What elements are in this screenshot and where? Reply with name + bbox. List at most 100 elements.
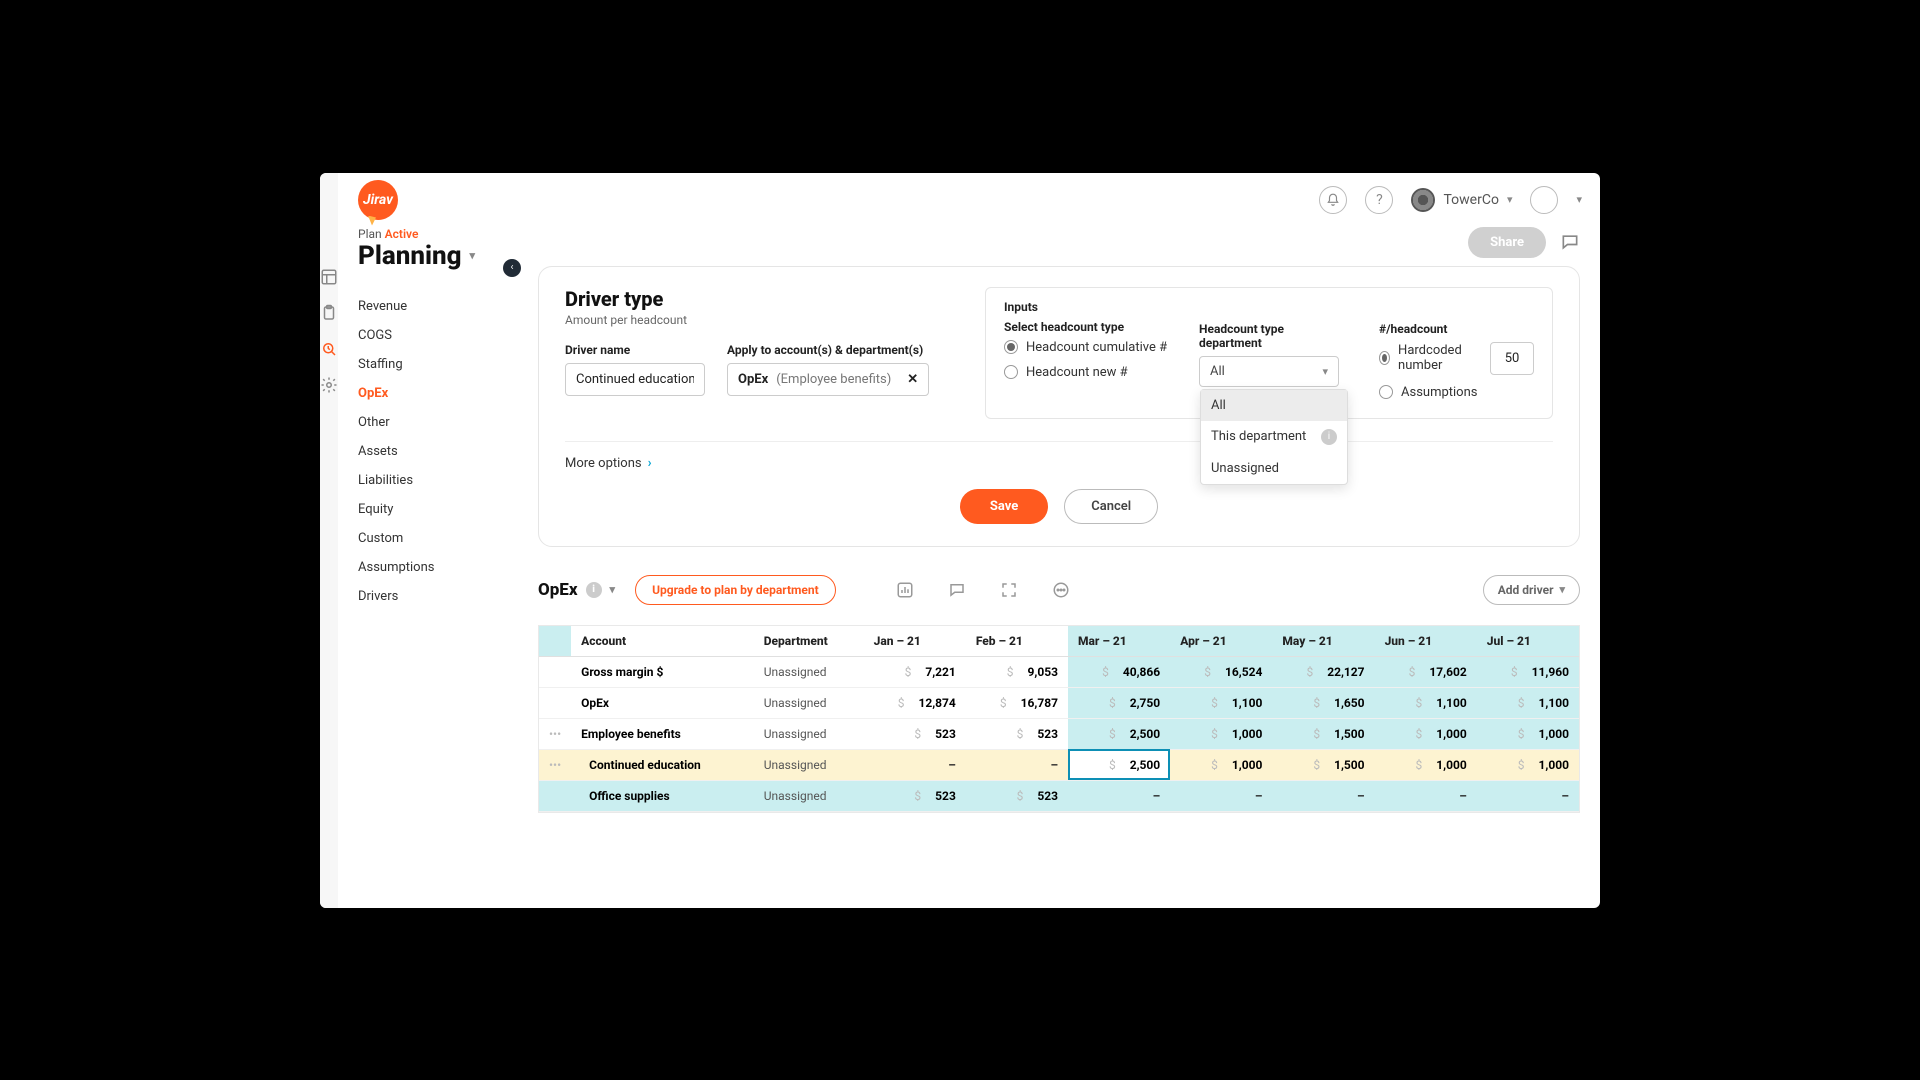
value-cell[interactable]: – — [1375, 780, 1477, 811]
comment-icon[interactable] — [1560, 232, 1580, 252]
row-handle[interactable]: ••• — [539, 749, 571, 780]
per-option[interactable]: Assumptions — [1379, 385, 1534, 400]
sidebar-item-revenue[interactable]: Revenue — [358, 299, 508, 314]
data-grid[interactable]: AccountDepartmentJan – 21Feb – 21Mar – 2… — [538, 625, 1580, 813]
value-cell[interactable]: $17,602 — [1375, 656, 1477, 687]
column-header[interactable]: Feb – 21 — [966, 626, 1068, 657]
per-headcount-input[interactable] — [1490, 342, 1534, 375]
sidebar-item-equity[interactable]: Equity — [358, 502, 508, 517]
column-header[interactable]: Jun – 21 — [1375, 626, 1477, 657]
value-cell[interactable]: $1,000 — [1477, 718, 1579, 749]
rail-layout-icon[interactable] — [320, 268, 338, 286]
table-row[interactable]: •••Continued educationUnassigned––$2,500… — [539, 749, 1579, 780]
brand-logo[interactable]: Jirav — [358, 180, 398, 220]
value-cell[interactable]: $523 — [966, 718, 1068, 749]
sidebar-item-opex[interactable]: OpEx — [358, 386, 508, 401]
row-handle[interactable]: ••• — [539, 718, 571, 749]
value-cell[interactable]: $1,500 — [1272, 749, 1374, 780]
dept-option[interactable]: Unassigned — [1201, 453, 1347, 484]
value-cell[interactable]: $1,100 — [1170, 687, 1272, 718]
dept-option[interactable]: This departmenti — [1201, 421, 1347, 453]
value-cell[interactable]: $1,000 — [1170, 718, 1272, 749]
driver-name-input[interactable] — [565, 363, 705, 396]
table-row[interactable]: •••Employee benefitsUnassigned$523$523$2… — [539, 718, 1579, 749]
column-header[interactable]: Mar – 21 — [1068, 626, 1170, 657]
value-cell[interactable]: $2,500 — [1068, 718, 1170, 749]
headcount-option[interactable]: Headcount cumulative # — [1004, 340, 1169, 355]
share-button[interactable]: Share — [1468, 227, 1546, 258]
sidebar-item-drivers[interactable]: Drivers — [358, 589, 508, 604]
value-cell[interactable]: $1,650 — [1272, 687, 1374, 718]
info-icon[interactable]: i — [586, 582, 602, 598]
more-icon[interactable] — [1052, 581, 1070, 599]
value-cell[interactable]: $2,500 — [1068, 749, 1170, 780]
rail-clipboard-icon[interactable] — [320, 304, 338, 322]
more-options-link[interactable]: More options› — [565, 441, 1553, 471]
value-cell[interactable]: – — [1068, 780, 1170, 811]
value-cell[interactable]: $1,100 — [1477, 687, 1579, 718]
value-cell[interactable]: $16,524 — [1170, 656, 1272, 687]
upgrade-plan-button[interactable]: Upgrade to plan by department — [635, 575, 836, 605]
sidebar-item-cogs[interactable]: COGS — [358, 328, 508, 343]
column-header[interactable]: Department — [754, 626, 864, 657]
page-title[interactable]: Planning▾ — [358, 241, 508, 271]
value-cell[interactable]: $7,221 — [864, 656, 966, 687]
help-icon[interactable]: ? — [1365, 186, 1393, 214]
per-option[interactable]: Hardcoded number — [1379, 342, 1534, 375]
rail-planning-icon[interactable] — [320, 340, 338, 358]
value-cell[interactable]: $12,874 — [864, 687, 966, 718]
column-header[interactable]: Apr – 21 — [1170, 626, 1272, 657]
value-cell[interactable]: $1,000 — [1375, 749, 1477, 780]
value-cell[interactable]: $2,750 — [1068, 687, 1170, 718]
value-cell[interactable]: $40,866 — [1068, 656, 1170, 687]
add-driver-button[interactable]: Add driver▾ — [1483, 575, 1580, 605]
value-cell[interactable]: $1,500 — [1272, 718, 1374, 749]
sidebar-item-staffing[interactable]: Staffing — [358, 357, 508, 372]
info-icon[interactable]: i — [1321, 429, 1337, 445]
value-cell[interactable]: $523 — [966, 780, 1068, 811]
rail-settings-icon[interactable] — [320, 376, 338, 394]
apply-account-pill[interactable]: OpEx (Employee benefits) ✕ — [727, 363, 929, 396]
column-header[interactable]: May – 21 — [1272, 626, 1374, 657]
value-cell[interactable]: – — [864, 749, 966, 780]
column-header[interactable]: Jan – 21 — [864, 626, 966, 657]
comment-icon[interactable] — [948, 581, 966, 599]
chart-icon[interactable] — [896, 581, 914, 599]
notifications-icon[interactable] — [1319, 186, 1347, 214]
sidebar-item-other[interactable]: Other — [358, 415, 508, 430]
value-cell[interactable]: $523 — [864, 718, 966, 749]
save-button[interactable]: Save — [960, 489, 1048, 524]
remove-account-icon[interactable]: ✕ — [907, 372, 918, 387]
value-cell[interactable]: – — [1477, 780, 1579, 811]
sidebar-item-assumptions[interactable]: Assumptions — [358, 560, 508, 575]
value-cell[interactable]: $523 — [864, 780, 966, 811]
table-title[interactable]: OpEx i ▾ — [538, 580, 615, 600]
dept-option[interactable]: All — [1201, 390, 1347, 421]
value-cell[interactable]: $22,127 — [1272, 656, 1374, 687]
cancel-button[interactable]: Cancel — [1064, 489, 1158, 524]
sidebar-item-custom[interactable]: Custom — [358, 531, 508, 546]
chevron-down-icon[interactable]: ▾ — [1576, 193, 1582, 206]
value-cell[interactable]: – — [966, 749, 1068, 780]
table-row[interactable]: Gross margin $Unassigned$7,221$9,053$40,… — [539, 656, 1579, 687]
avatar[interactable] — [1530, 186, 1558, 214]
value-cell[interactable]: – — [1272, 780, 1374, 811]
value-cell[interactable]: $1,000 — [1477, 749, 1579, 780]
value-cell[interactable]: $1,000 — [1170, 749, 1272, 780]
column-header[interactable]: Jul – 21 — [1477, 626, 1579, 657]
value-cell[interactable]: $16,787 — [966, 687, 1068, 718]
sidebar-item-assets[interactable]: Assets — [358, 444, 508, 459]
sidebar-item-liabilities[interactable]: Liabilities — [358, 473, 508, 488]
value-cell[interactable]: $11,960 — [1477, 656, 1579, 687]
expand-icon[interactable] — [1000, 581, 1018, 599]
dept-select[interactable]: All▾ AllThis departmentiUnassigned 👆 — [1199, 356, 1339, 387]
org-switcher[interactable]: TowerCo ▾ — [1411, 188, 1512, 212]
value-cell[interactable]: $1,100 — [1375, 687, 1477, 718]
headcount-option[interactable]: Headcount new # — [1004, 365, 1169, 380]
value-cell[interactable]: $9,053 — [966, 656, 1068, 687]
value-cell[interactable]: – — [1170, 780, 1272, 811]
value-cell[interactable]: $1,000 — [1375, 718, 1477, 749]
table-row[interactable]: OpExUnassigned$12,874$16,787$2,750$1,100… — [539, 687, 1579, 718]
collapse-sidebar-button[interactable]: ‹ — [503, 259, 521, 277]
table-row[interactable]: Office suppliesUnassigned$523$523––––– — [539, 780, 1579, 811]
